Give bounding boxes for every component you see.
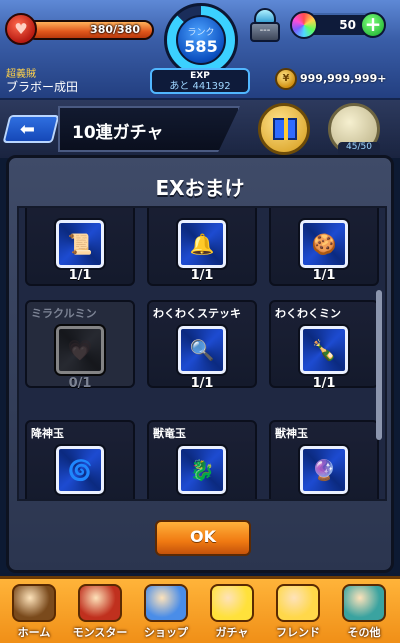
bonus-item-glyph: 🍾 <box>311 338 337 362</box>
scroll-icon: 📜 <box>56 220 104 268</box>
gold-value: 999,999,999+ <box>300 72 387 85</box>
back-arrow-icon: ⬅ <box>19 119 35 140</box>
bonus-item-cell[interactable]: わくわくミン 🍾 1/1 <box>269 300 379 391</box>
bonus-item-glyph: 📜 <box>67 232 93 256</box>
player-name: ブラボー成田 <box>6 80 79 94</box>
bonus-item-count: 1/1 <box>190 376 214 391</box>
rank-badge[interactable]: ランク 585 <box>164 3 238 77</box>
beast-orb-icon: 🔮 <box>300 446 348 494</box>
page-title: 10連ガチャ <box>72 123 164 143</box>
exp-remaining: あと 441392 <box>169 81 231 92</box>
monster-icon <box>78 584 122 622</box>
nav-label: ガチャ <box>215 626 249 639</box>
stamina-flame-icon: ♥ <box>5 13 37 45</box>
buy-orbs-button[interactable]: + <box>360 12 386 38</box>
bonus-item-cell[interactable]: 獣竜玉 🐉 <box>147 420 257 499</box>
orb-shop-icon <box>144 584 188 622</box>
capsule-base: --- <box>250 22 280 42</box>
bonus-item-name: わくわくミン <box>275 307 341 320</box>
rank-inner: ランク 585 <box>176 15 226 65</box>
bottle-icon: 🍾 <box>300 326 348 374</box>
bonus-item-cell[interactable]: 📜 1/1 <box>25 208 135 286</box>
exp-label: EXP <box>190 71 210 81</box>
orb-counter: 50 + <box>290 11 386 39</box>
bonus-item-glyph: 🔍 <box>189 338 215 362</box>
nav-item[interactable]: モンスター <box>68 582 132 643</box>
other-icon <box>342 584 386 622</box>
bottom-nav: ホーム モンスター ショップ ガチャ フレンド その他 <box>0 576 400 643</box>
nav-label: その他 <box>347 626 381 639</box>
nav-item[interactable]: ホーム <box>2 582 66 643</box>
orb-icon <box>290 11 318 39</box>
nav-label: ホーム <box>17 626 51 639</box>
bonus-item-grid[interactable]: 📜 1/1 🔔 1/1 🍪 1/1 ミラクルミン 💗 0/1 わくわくステッキ 🔍 1/1 わくわくミン… <box>17 206 387 501</box>
nav-item[interactable]: ショップ <box>134 582 198 643</box>
gacha-icon <box>210 584 254 622</box>
title-plate: 10連ガチャ <box>58 106 240 152</box>
bell-icon: 🔔 <box>178 220 226 268</box>
bonus-item-glyph: 🔔 <box>189 232 215 256</box>
bonus-item-count: 1/1 <box>190 268 214 283</box>
nav-item[interactable]: その他 <box>332 582 396 643</box>
bonus-item-count: 0/1 <box>68 376 92 391</box>
orb-count: 50 <box>339 18 356 32</box>
god-orb-icon: 🌀 <box>56 446 104 494</box>
ok-button[interactable]: OK <box>155 520 251 556</box>
home-icon <box>12 584 56 622</box>
stamina-text: 380/380 <box>90 23 140 36</box>
back-button[interactable]: ⬅ <box>2 115 60 143</box>
bonus-item-cell[interactable]: 🔔 1/1 <box>147 208 257 286</box>
modal-title: EXおまけ <box>155 176 245 200</box>
bonus-item-cell[interactable]: 獣神玉 🔮 <box>269 420 379 499</box>
bonus-item-cell[interactable]: わくわくステッキ 🔍 1/1 <box>147 300 257 391</box>
dragon-orb-icon: 🐉 <box>178 446 226 494</box>
bonus-item-name: 降神玉 <box>31 427 64 440</box>
rank-value: 585 <box>184 37 218 56</box>
bonus-item-glyph: 💗 <box>67 338 93 362</box>
friend-icon <box>276 584 320 622</box>
bonus-item-count: 1/1 <box>312 376 336 391</box>
nav-item[interactable]: ガチャ <box>200 582 264 643</box>
mission-count: 45/50 <box>338 142 380 156</box>
bonus-modal: EXおまけ 📜 1/1 🔔 1/1 🍪 1/1 ミラクルミン 💗 0/1 わくわくステッキ 🔍 1/1… <box>6 155 394 573</box>
nav-label: モンスター <box>72 626 128 639</box>
nav-item[interactable]: フレンド <box>266 582 330 643</box>
wand-icon: 🔍 <box>178 326 226 374</box>
bonus-item-count: 1/1 <box>68 268 92 283</box>
nav-label: フレンド <box>276 626 320 639</box>
potion-icon: 💗 <box>56 326 104 374</box>
cookie-icon: 🍪 <box>300 220 348 268</box>
bonus-item-name: 獣竜玉 <box>153 427 186 440</box>
status-bar: 380/380 ♥ ランク 585 EXP あと 441392 --- 50 +… <box>0 0 400 100</box>
stamina-bar: 380/380 <box>26 20 154 40</box>
bonus-item-glyph: 🐉 <box>189 458 215 482</box>
gift-box-icon <box>273 118 297 140</box>
bonus-item-glyph: 🍪 <box>311 232 337 256</box>
bonus-item-name: ミラクルミン <box>31 307 97 320</box>
exp-box: EXP あと 441392 <box>150 68 250 94</box>
bonus-item-count: 1/1 <box>312 268 336 283</box>
bonus-item-cell[interactable]: 降神玉 🌀 <box>25 420 135 499</box>
bonus-item-glyph: 🔮 <box>311 458 337 482</box>
bonus-item-name: 獣神玉 <box>275 427 308 440</box>
bonus-item-name: わくわくステッキ <box>153 307 241 320</box>
nav-label: ショップ <box>144 626 188 639</box>
bonus-item-cell[interactable]: 🍪 1/1 <box>269 208 379 286</box>
scrollbar-thumb[interactable] <box>376 290 382 440</box>
capsule-machine-icon[interactable]: --- <box>250 8 280 44</box>
gift-box-button[interactable] <box>258 103 310 155</box>
gold-coin-icon: ¥ <box>275 68 297 90</box>
bonus-item-glyph: 🌀 <box>67 458 93 482</box>
bonus-item-cell[interactable]: ミラクルミン 💗 0/1 <box>25 300 135 391</box>
